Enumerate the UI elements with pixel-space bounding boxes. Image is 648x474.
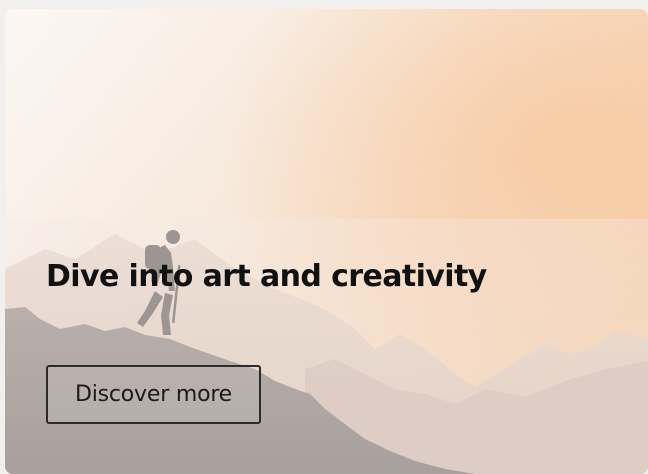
promo-card: Dive into art and creativity Discover mo… xyxy=(5,9,648,474)
card-title: Dive into art and creativity xyxy=(46,259,487,294)
discover-more-button[interactable]: Discover more xyxy=(46,365,261,424)
